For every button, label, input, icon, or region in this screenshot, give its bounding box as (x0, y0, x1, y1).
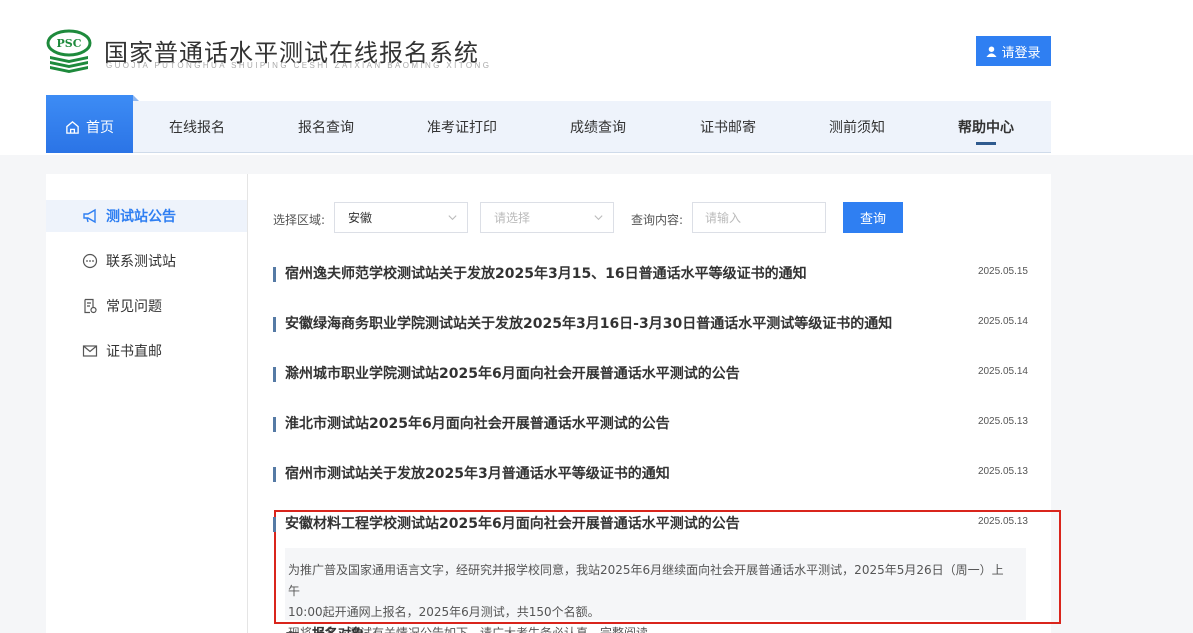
summary-line: 为推广普及国家通用语言文字，经研究并报学校同意，我站2025年6月继续面向社会开… (288, 563, 1004, 598)
sidebar-item-station-notice[interactable]: 测试站公告 (46, 200, 247, 232)
sidebar-item-label: 证书直邮 (106, 344, 162, 360)
sidebar-item-contact-station[interactable]: 联系测试站 (46, 245, 247, 277)
news-title: 安徽绿海商务职业学院测试站关于发放2025年3月16日-3月30日普通话水平测试… (285, 316, 893, 332)
news-item[interactable]: 淮北市测试站2025年6月面向社会开展普通话水平测试的公告 2025.05.13 (273, 413, 1028, 435)
news-date: 2025.05.15 (977, 266, 1028, 277)
news-marker (273, 317, 276, 332)
news-summary: 为推广普及国家通用语言文字，经研究并报学校同意，我站2025年6月继续面向社会开… (285, 548, 1026, 633)
news-marker (273, 267, 276, 282)
news-title: 安徽材料工程学校测试站2025年6月面向社会开展普通话水平测试的公告 (285, 516, 740, 532)
query-button[interactable]: 查询 (843, 202, 903, 233)
news-date: 2025.05.13 (977, 466, 1028, 477)
province-value: 安徽 (348, 211, 373, 225)
sidebar-item-label: 联系测试站 (106, 254, 176, 270)
province-select[interactable]: 安徽 (334, 202, 468, 233)
news-date: 2025.05.13 (977, 416, 1028, 427)
chevron-down-icon (594, 215, 603, 221)
news-marker (273, 417, 276, 432)
news-title: 滁州城市职业学院测试站2025年6月面向社会开展普通话水平测试的公告 (285, 366, 740, 382)
news-item[interactable]: 宿州逸夫师范学校测试站关于发放2025年3月15、16日普通话水平等级证书的通知… (273, 263, 1028, 285)
next-section-heading: 一、报名对象 (286, 623, 364, 633)
document-icon (84, 298, 97, 314)
news-item-expanded[interactable]: 安徽材料工程学校测试站2025年6月面向社会开展普通话水平测试的公告 2025.… (273, 513, 1028, 535)
login-button[interactable]: 请登录 (976, 36, 1051, 66)
active-indicator (976, 142, 996, 145)
query-input[interactable] (692, 202, 826, 233)
nav-item-home[interactable]: 首页 (46, 95, 139, 153)
news-marker (273, 517, 276, 532)
main-nav: 首页 在线报名 报名查询 准考证打印 成绩查询 证书邮寄 测前须知 帮助中心 (46, 95, 1051, 153)
nav-item-help-center[interactable]: 帮助中心 (921, 101, 1051, 153)
mail-icon (82, 345, 98, 357)
login-label: 请登录 (1001, 44, 1041, 60)
content-card: 测试站公告 联系测试站 常见问题 证书直邮 选择区域: 安徽 请选择 查询内容:… (46, 174, 1061, 633)
nav-item-score-query[interactable]: 成绩查询 (533, 101, 663, 153)
nav-item-register-query[interactable]: 报名查询 (261, 101, 391, 153)
news-title: 宿州逸夫师范学校测试站关于发放2025年3月15、16日普通话水平等级证书的通知 (285, 266, 807, 282)
city-select[interactable]: 请选择 (480, 202, 614, 233)
news-date: 2025.05.13 (977, 516, 1028, 527)
site-subtitle: GUOJIA PUTONGHUA SHUIPING CESHI ZAIXIAN … (106, 61, 492, 70)
nav-item-admission-print[interactable]: 准考证打印 (391, 101, 533, 153)
sidebar: 测试站公告 联系测试站 常见问题 证书直邮 (46, 174, 248, 633)
summary-line: 10:00起开通网上报名，2025年6月测试，共150个名额。 (288, 605, 600, 619)
news-title: 淮北市测试站2025年6月面向社会开展普通话水平测试的公告 (285, 416, 670, 432)
news-item[interactable]: 安徽绿海商务职业学院测试站关于发放2025年3月16日-3月30日普通话水平测试… (273, 313, 1028, 335)
news-marker (273, 467, 276, 482)
nav-item-pretest-notice[interactable]: 测前须知 (793, 101, 921, 153)
chevron-down-icon (448, 215, 457, 221)
nav-item-online-register[interactable]: 在线报名 (133, 101, 261, 153)
nav-item-certificate-mail[interactable]: 证书邮寄 (663, 101, 793, 153)
news-marker (273, 367, 276, 382)
news-item[interactable]: 滁州城市职业学院测试站2025年6月面向社会开展普通话水平测试的公告 2025.… (273, 363, 1028, 385)
region-label: 选择区域: (273, 213, 326, 227)
nav-label: 首页 (86, 120, 114, 136)
user-icon (986, 45, 998, 57)
psc-logo-icon: PSC (46, 29, 92, 73)
news-item[interactable]: 宿州市测试站关于发放2025年3月普通话水平等级证书的通知 2025.05.13 (273, 463, 1028, 485)
megaphone-icon (83, 208, 96, 224)
summary-line: 现将报名、测试有关情况公告如下，请广大考生务必认真、完整阅读。 (288, 626, 661, 633)
news-date: 2025.05.14 (977, 316, 1028, 327)
sidebar-item-label: 常见问题 (106, 299, 162, 315)
query-label: 查询内容: (631, 213, 684, 227)
home-icon (66, 120, 79, 134)
sidebar-item-faq[interactable]: 常见问题 (46, 290, 247, 322)
city-placeholder: 请选择 (494, 211, 531, 225)
logo-text: PSC (57, 37, 82, 50)
sidebar-item-certificate-direct-mail[interactable]: 证书直邮 (46, 335, 247, 367)
news-date: 2025.05.14 (977, 366, 1028, 377)
sidebar-item-label: 测试站公告 (106, 209, 176, 225)
chat-bubble-icon (82, 253, 98, 269)
nav-label: 帮助中心 (958, 120, 1014, 136)
news-title: 宿州市测试站关于发放2025年3月普通话水平等级证书的通知 (285, 466, 670, 482)
